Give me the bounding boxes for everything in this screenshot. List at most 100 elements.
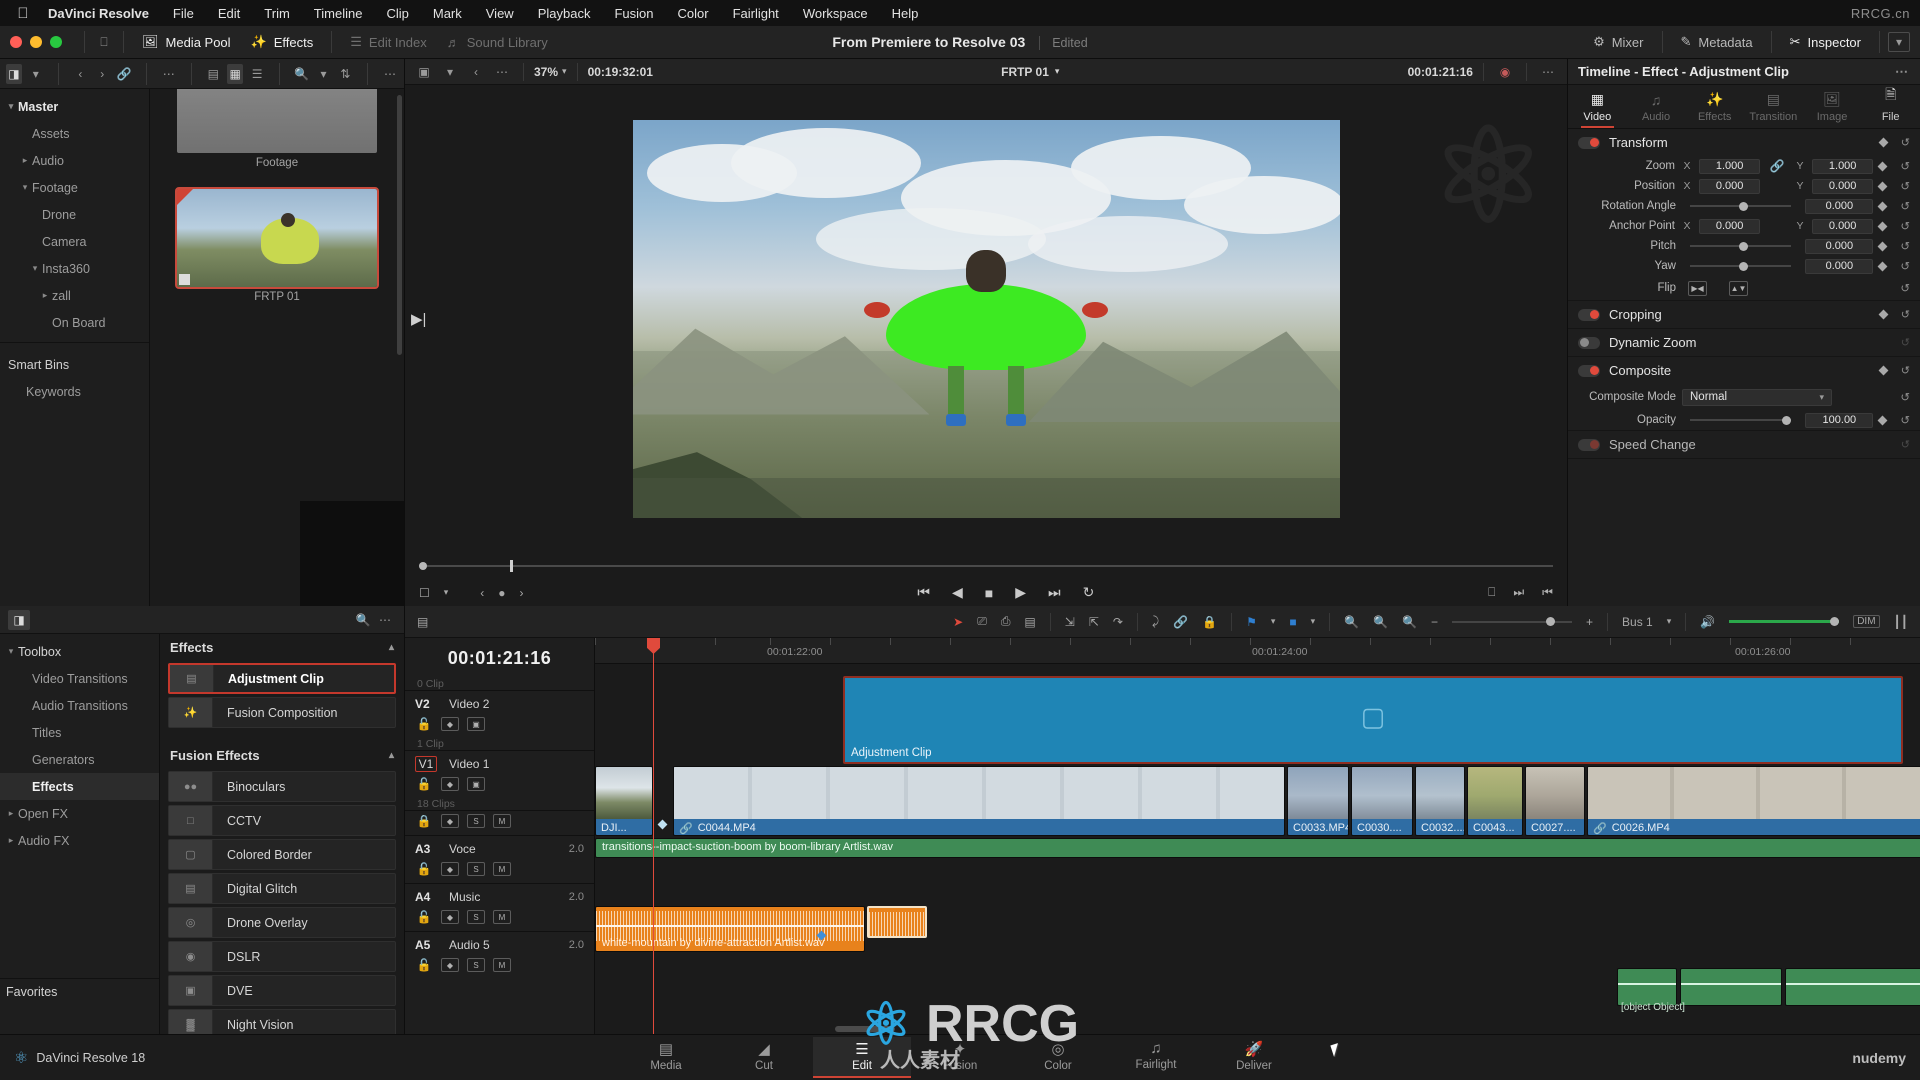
reset-icon[interactable]: ↺ (1900, 281, 1910, 295)
timeline-clip-audio[interactable] (1680, 968, 1782, 1006)
composite-mode-select[interactable]: Normal ▾ (1682, 388, 1832, 406)
zoom-out-icon[interactable]: − (1431, 615, 1438, 629)
track-name[interactable]: Video 1 (449, 757, 489, 771)
lock-track-icon[interactable]: 🔒 (415, 814, 433, 828)
blade-edit-tool-icon[interactable]: ▤ (1024, 615, 1035, 629)
timeline-clip[interactable]: C0032.... (1415, 766, 1465, 836)
menu-color[interactable]: Color (665, 6, 720, 21)
search-icon[interactable]: 🔍 (294, 64, 310, 84)
reset-icon[interactable]: ↺ (1900, 239, 1910, 253)
keyframe-icon[interactable] (1877, 181, 1888, 191)
track-name[interactable]: Voce (449, 842, 476, 856)
media-pool-button[interactable]: 🖼 Media Pool (132, 29, 241, 55)
category-video-transitions[interactable]: Video Transitions (0, 665, 159, 692)
loop-icon[interactable]: ↻ (1083, 584, 1095, 601)
timeline-name-selector[interactable]: FRTP 01 ▾ (1001, 65, 1059, 79)
reset-icon[interactable]: ↺ (1900, 179, 1910, 193)
menu-clip[interactable]: Clip (374, 6, 420, 21)
more-options-icon[interactable]: ⋯ (374, 610, 396, 630)
menu-mark[interactable]: Mark (421, 6, 474, 21)
reset-icon[interactable]: ↺ (1901, 438, 1910, 451)
menu-workspace[interactable]: Workspace (791, 6, 880, 21)
chevron-down-icon[interactable]: ▾ (1055, 66, 1060, 77)
apple-menu-icon[interactable]:  (10, 5, 36, 22)
media-pool-scrollbar[interactable] (397, 95, 402, 355)
dim-button[interactable]: DIM (1853, 615, 1880, 628)
minimize-window-button[interactable] (30, 36, 42, 48)
video-viewer[interactable]: ▶| (405, 85, 1567, 553)
chevron-right-icon[interactable]: ▸ (4, 808, 18, 819)
chevron-right-icon[interactable]: ▸ (38, 290, 52, 301)
tab-video[interactable]: ▦ Video (1568, 91, 1627, 128)
timeline-timecode[interactable]: 00:01:21:16 (405, 638, 594, 678)
reset-icon[interactable]: ↺ (1901, 136, 1910, 149)
mute-icon[interactable]: M (493, 958, 511, 972)
search-icon[interactable]: 🔍 (352, 610, 374, 630)
effects-button[interactable]: ✨ Effects (241, 29, 324, 55)
timeline-clip[interactable]: 🔗 C0026.MP4 (1587, 766, 1920, 836)
inspector-button[interactable]: ✂ Inspector (1780, 29, 1871, 55)
marker-icon[interactable]: ■ (1289, 615, 1296, 629)
zoom-x-input[interactable]: 1.000 (1698, 158, 1761, 174)
timeline-clip-audio-orange-selected[interactable] (867, 906, 927, 938)
more-options-icon[interactable]: ⋯ (1537, 62, 1559, 82)
bin-item-audio[interactable]: ▸ Audio (0, 147, 149, 174)
tab-image[interactable]: 🖼 Image (1803, 91, 1862, 128)
chevron-down-icon[interactable]: ▾ (1271, 616, 1276, 627)
prev-marker-icon[interactable]: ‹ (480, 586, 484, 600)
keyframe-icon[interactable] (1878, 137, 1889, 148)
speed-change-toggle[interactable] (1578, 438, 1600, 451)
scrubber-start-handle[interactable] (419, 562, 427, 570)
effects-group-header[interactable]: Effects ▴ (160, 634, 404, 660)
chevron-down-icon[interactable]: ▾ (4, 646, 18, 657)
viewer-zoom-level[interactable]: 37% (534, 65, 558, 79)
viewer-scrubber[interactable] (405, 553, 1567, 579)
media-thumbnail[interactable]: Footage (177, 89, 377, 169)
track-row-a5[interactable]: [object Object] (595, 968, 1920, 1013)
detail-zoom-icon[interactable]: 🔍 (1373, 615, 1388, 629)
mute-icon[interactable]: M (493, 814, 511, 828)
track-header-a3[interactable]: A3 Voce 2.0 🔓 ◆ S M (405, 835, 594, 883)
solo-icon[interactable]: S (467, 862, 485, 876)
dynamic-zoom-toggle[interactable] (1578, 336, 1600, 349)
sidebar-toggle-icon[interactable]: ◨ (8, 609, 30, 630)
play-icon[interactable]: ▶ (1015, 584, 1026, 601)
menu-view[interactable]: View (474, 6, 526, 21)
solo-icon[interactable]: S (467, 814, 485, 828)
reset-icon[interactable]: ↺ (1900, 159, 1910, 173)
solo-icon[interactable]: S (467, 958, 485, 972)
in-point-marker-icon[interactable]: ▶| (411, 310, 426, 328)
effect-dslr[interactable]: ◉ DSLR (168, 941, 396, 972)
timeline-clip-audio[interactable] (1785, 968, 1920, 1006)
replace-clip-icon[interactable]: ↷ (1113, 615, 1123, 629)
category-open-fx[interactable]: ▸ Open FX (0, 800, 159, 827)
maximize-window-button[interactable] (50, 36, 62, 48)
page-deliver[interactable]: 🚀 Deliver (1205, 1037, 1303, 1078)
chevron-down-icon[interactable]: ▾ (1888, 32, 1910, 52)
timeline-playhead[interactable] (647, 638, 660, 1034)
chevron-down-icon[interactable]: ▾ (1311, 616, 1316, 627)
marker-icon[interactable]: ● (498, 586, 505, 600)
sidebar-toggle-icon[interactable]: ◨ (6, 63, 22, 84)
stop-icon[interactable]: ■ (985, 585, 993, 601)
effect-binoculars[interactable]: ●● Binoculars (168, 771, 396, 802)
timeline-zoom-slider[interactable] (1452, 615, 1573, 629)
trim-edit-tool-icon[interactable]: ⎚ (977, 614, 987, 629)
pitch-input[interactable]: 0.000 (1805, 238, 1874, 254)
next-marker-icon[interactable]: › (520, 586, 524, 600)
keyframe-icon[interactable] (1877, 241, 1888, 251)
speaker-icon[interactable]: 🔊 (1700, 615, 1715, 629)
tab-transition[interactable]: ▤ Transition (1744, 91, 1803, 128)
lock-track-icon[interactable]: 🔓 (415, 717, 433, 731)
chevron-down-icon[interactable]: ▾ (439, 62, 461, 82)
timeline-clip-audio-orange[interactable]: white-mountain by divine-attraction Artl… (595, 906, 865, 952)
timeline-clip[interactable]: C0027.... (1525, 766, 1585, 836)
lock-track-icon[interactable]: 🔓 (415, 777, 433, 791)
reset-icon[interactable]: ↺ (1901, 364, 1910, 377)
more-options-icon[interactable]: ⋯ (161, 64, 177, 84)
lock-tracks-icon[interactable]: 🔒 (1202, 615, 1217, 629)
scrubber-track[interactable] (419, 560, 1553, 572)
yaw-input[interactable]: 0.000 (1805, 258, 1874, 274)
chevron-down-icon[interactable]: ▾ (316, 64, 332, 84)
page-fusion[interactable]: ✦ Fusion (911, 1037, 1009, 1078)
